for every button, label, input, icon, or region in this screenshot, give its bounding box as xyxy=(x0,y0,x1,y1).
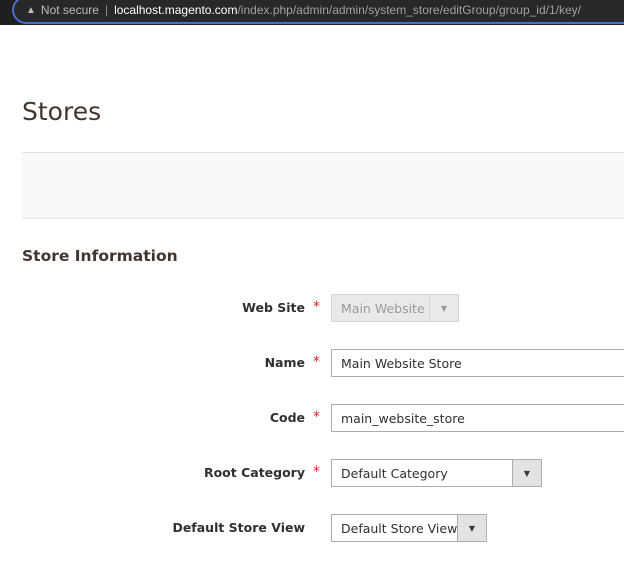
chevron-down-icon: ▼ xyxy=(429,295,458,321)
website-label: Web Site xyxy=(242,300,305,315)
row-name: Name * Main Website Store xyxy=(0,348,624,378)
root-category-select[interactable]: Default Category ▼ xyxy=(331,459,542,487)
row-website: Web Site * Main Website ▼ xyxy=(0,293,624,323)
chevron-down-icon: ▼ xyxy=(457,515,486,541)
url-host: localhost.magento.com xyxy=(114,3,238,17)
chevron-down-icon: ▼ xyxy=(512,460,541,486)
row-code: Code * main_website_store xyxy=(0,403,624,433)
default-store-view-label: Default Store View xyxy=(172,520,305,535)
page-title: Stores xyxy=(22,97,102,126)
required-asterisk: * xyxy=(313,409,320,425)
browser-toolbar: ▲ Not secure | localhost.magento.com/ind… xyxy=(0,0,624,25)
name-label: Name xyxy=(264,355,305,370)
name-input[interactable]: Main Website Store xyxy=(331,349,624,377)
root-category-value: Default Category xyxy=(341,466,448,481)
row-default-store-view: Default Store View Default Store View ▼ xyxy=(0,513,624,543)
page-actions-bar xyxy=(22,152,624,219)
row-root-category: Root Category * Default Category ▼ xyxy=(0,458,624,488)
default-store-view-value: Default Store View xyxy=(341,521,458,536)
separator: | xyxy=(104,3,109,17)
address-bar[interactable]: ▲ Not secure | localhost.magento.com/ind… xyxy=(12,0,624,24)
warning-icon[interactable]: ▲ xyxy=(26,5,36,16)
required-asterisk: * xyxy=(313,354,320,370)
code-label: Code xyxy=(269,410,305,425)
website-value: Main Website xyxy=(341,301,425,316)
section-title: Store Information xyxy=(22,247,178,265)
website-select[interactable]: Main Website ▼ xyxy=(331,294,459,322)
security-label[interactable]: Not secure xyxy=(41,3,99,17)
root-category-label: Root Category xyxy=(203,465,305,480)
url-path: /index.php/admin/admin/system_store/edit… xyxy=(237,3,581,17)
required-asterisk: * xyxy=(313,464,320,480)
code-input[interactable]: main_website_store xyxy=(331,404,624,432)
required-asterisk: * xyxy=(313,299,320,315)
default-store-view-select[interactable]: Default Store View ▼ xyxy=(331,514,487,542)
